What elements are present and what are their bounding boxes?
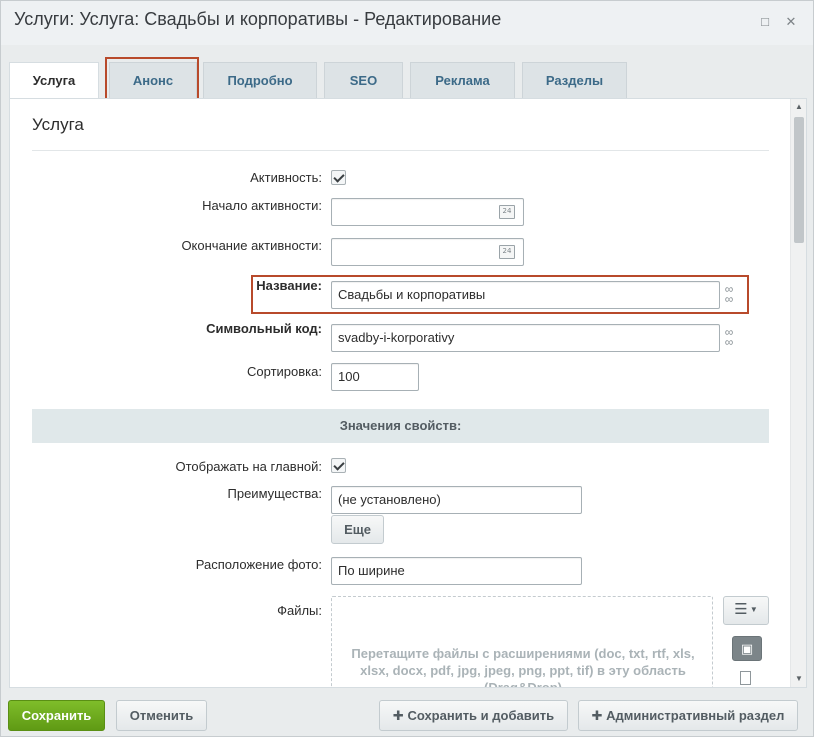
- link-icon[interactable]: ∞ ∞: [723, 326, 735, 349]
- scroll-up-icon[interactable]: ▲: [794, 102, 804, 112]
- section-title: Услуга: [32, 115, 84, 134]
- advantages-select[interactable]: (не установлено): [331, 486, 582, 514]
- active-from-field[interactable]: [331, 198, 524, 226]
- active-label: Активность:: [250, 170, 322, 185]
- calendar-icon[interactable]: 24: [499, 205, 515, 219]
- code-label: Символьный код:: [206, 321, 322, 336]
- file-dropzone[interactable]: Перетащите файлы с расширениями (doc, tx…: [331, 596, 713, 688]
- save-and-add-button[interactable]: ✚ Сохранить и добавить: [379, 700, 568, 731]
- scrollbar[interactable]: ▲ ▼: [790, 99, 806, 687]
- window-title: Услуги: Услуга: Свадьбы и корпоративы - …: [14, 9, 502, 29]
- edit-form-panel: Услуга Активность: Начало активности: 24…: [9, 98, 807, 688]
- cancel-button[interactable]: Отменить: [116, 700, 207, 731]
- show-on-main-checkbox[interactable]: [331, 458, 346, 473]
- code-field[interactable]: svadby-i-korporativy: [331, 324, 720, 352]
- photo-position-select[interactable]: По ширине: [331, 557, 582, 585]
- active-checkbox[interactable]: [331, 170, 346, 185]
- sort-field[interactable]: 100: [331, 363, 419, 391]
- title-bar: Услуги: Услуга: Свадьбы и корпоративы - …: [1, 1, 813, 45]
- tab-service[interactable]: Услуга: [9, 62, 99, 100]
- tab-sections[interactable]: Разделы: [522, 62, 627, 99]
- files-label: Файлы:: [277, 603, 322, 618]
- tab-details[interactable]: Подробно: [203, 62, 317, 99]
- sort-label: Сортировка:: [247, 364, 322, 379]
- plus-icon: ✚: [392, 708, 408, 723]
- name-field[interactable]: Свадьбы и корпоративы: [331, 281, 720, 309]
- close-icon[interactable]: ✕: [782, 13, 800, 31]
- save-button[interactable]: Сохранить: [8, 700, 105, 731]
- save-and-add-label: Сохранить и добавить: [407, 708, 555, 723]
- admin-section-button[interactable]: ✚ Административный раздел: [578, 700, 798, 731]
- dropzone-text: Перетащите файлы с расширениями (doc, tx…: [351, 646, 695, 688]
- maximize-icon[interactable]: □: [756, 13, 774, 31]
- image-icon[interactable]: ▣: [732, 636, 762, 661]
- admin-section-label: Административный раздел: [606, 708, 785, 723]
- active-to-label: Окончание активности:: [181, 238, 322, 253]
- scroll-thumb[interactable]: [794, 117, 804, 243]
- edit-dialog: Услуги: Услуга: Свадьбы и корпоративы - …: [0, 0, 814, 737]
- calendar-icon[interactable]: 24: [499, 245, 515, 259]
- show-on-main-label: Отображать на главной:: [175, 459, 322, 474]
- tab-announce[interactable]: Анонс: [109, 62, 197, 99]
- advantages-label: Преимущества:: [227, 486, 323, 501]
- properties-header: Значения свойств:: [32, 409, 769, 443]
- document-icon[interactable]: [740, 671, 751, 685]
- plus-icon: ✚: [591, 708, 607, 723]
- active-to-field[interactable]: [331, 238, 524, 266]
- name-label: Название:: [256, 278, 322, 293]
- photo-position-label: Расположение фото:: [195, 557, 322, 572]
- tab-seo[interactable]: SEO: [324, 62, 403, 99]
- section-divider: [32, 150, 769, 151]
- tab-ads[interactable]: Реклама: [410, 62, 515, 99]
- link-icon[interactable]: ∞ ∞: [723, 283, 735, 306]
- active-from-label: Начало активности:: [202, 198, 322, 213]
- scroll-down-icon[interactable]: ▼: [794, 674, 804, 684]
- menu-icon[interactable]: ☰ ▼: [723, 596, 769, 625]
- more-button[interactable]: Еще: [331, 515, 384, 544]
